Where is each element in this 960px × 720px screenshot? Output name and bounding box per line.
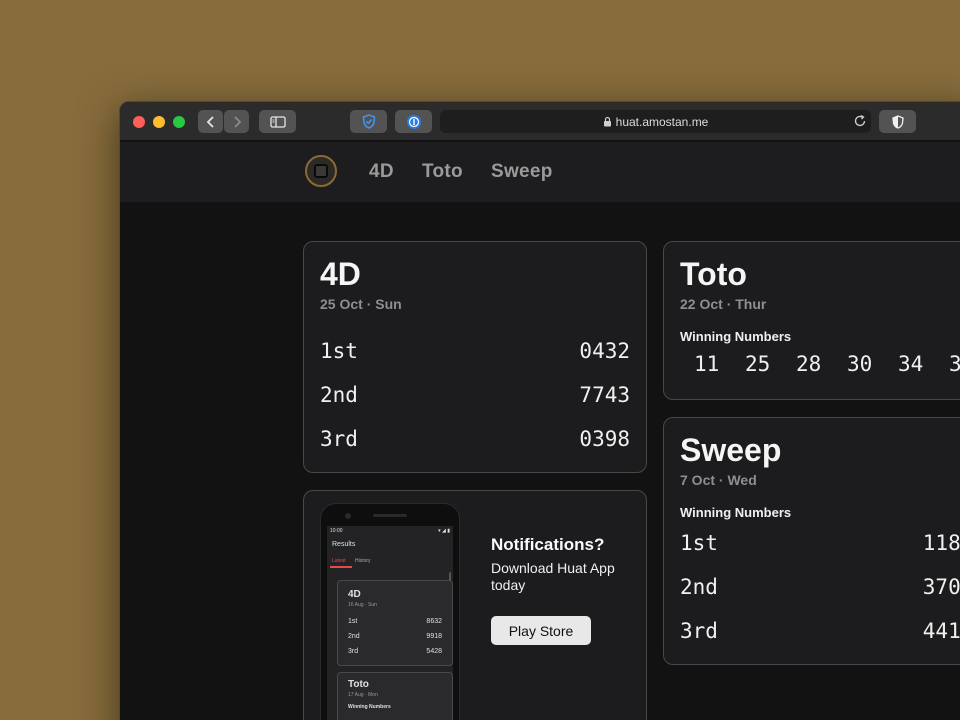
camera-icon: [345, 513, 351, 519]
phone-prize-number: 8632: [426, 618, 442, 625]
phone-tab-indicator: [330, 566, 352, 568]
shield-extension-button[interactable]: [879, 110, 916, 133]
phone-header: Results: [332, 541, 356, 548]
phone-prize-label: 1st: [348, 618, 358, 625]
prize-number: 37060: [922, 575, 960, 599]
sidebar-icon: [269, 115, 286, 128]
prize-label: 2nd: [320, 383, 358, 407]
phone-toto-card: Toto 17 Aug · Mon Winning Numbers: [337, 672, 453, 720]
back-button[interactable]: [198, 110, 223, 133]
browser-titlebar: huat.amostan.me: [120, 102, 960, 141]
toto-number: 34: [898, 352, 924, 376]
fourd-card[interactable]: 4D 25 Oct · Sun 1st 0432 2nd 7743 3rd 03…: [303, 241, 647, 473]
prize-label: 1st: [680, 531, 718, 555]
phone-card-date: 16 Aug · Sun: [348, 602, 377, 608]
play-store-button[interactable]: Play Store: [491, 616, 591, 645]
prize-number: 0398: [579, 427, 630, 451]
phone-status-icons: ▾ ◢ ▮: [438, 528, 450, 534]
prize-row: 2nd 37060: [680, 575, 960, 603]
site-navbar: 4D Toto Sweep: [120, 142, 960, 202]
toto-card[interactable]: Toto 22 Oct · Thur Winning Numbers 11 25 2…: [663, 241, 960, 400]
nav-link-toto[interactable]: Toto: [422, 161, 463, 183]
password-manager-button[interactable]: [395, 110, 432, 133]
toto-number: 28: [796, 352, 822, 376]
lock-icon: [603, 116, 611, 127]
phone-prize-label: 2nd: [348, 633, 360, 640]
prize-number: 11866: [922, 531, 960, 555]
phone-screen: 10:00 ▾ ◢ ▮ Results Latest History 4D 16…: [327, 526, 453, 720]
card-date: 25 Oct · Sun: [320, 296, 402, 312]
shield-icon: [891, 114, 904, 129]
browser-window: huat.amostan.me 4D Toto Sweep 4D 25 Oct …: [119, 101, 960, 720]
phone-card-title: 4D: [348, 589, 361, 600]
phone-winning-label: Winning Numbers: [348, 704, 391, 710]
speaker-grille: [373, 514, 407, 517]
phone-prize-number: 9918: [426, 633, 442, 640]
card-title: Toto: [680, 256, 747, 292]
prize-label: 3rd: [320, 427, 358, 451]
winning-numbers-label: Winning Numbers: [680, 329, 792, 344]
prize-row: 1st 11866: [680, 531, 960, 559]
toto-number: 25: [745, 352, 771, 376]
password-manager-icon: [406, 114, 421, 129]
phone-mockup: 10:00 ▾ ◢ ▮ Results Latest History 4D 16…: [320, 503, 460, 720]
prize-label: 3rd: [680, 619, 718, 643]
phone-time: 10:00: [330, 528, 343, 534]
sidebar-toggle-button[interactable]: [259, 110, 296, 133]
promo-title: Notifications?: [491, 535, 605, 554]
toto-number: 30: [847, 352, 873, 376]
phone-tab-history: History: [355, 558, 371, 564]
toto-numbers: 11 25 28 30 34 3: [694, 352, 960, 376]
phone-prize-number: 5428: [426, 648, 442, 655]
chevron-right-icon: [233, 115, 241, 128]
winning-numbers-label: Winning Numbers: [680, 505, 792, 520]
nav-link-sweep[interactable]: Sweep: [491, 161, 553, 183]
prize-label: 2nd: [680, 575, 718, 599]
prize-row: 3rd 44109: [680, 619, 960, 647]
nav-link-4d[interactable]: 4D: [369, 161, 394, 183]
toto-number: 11: [694, 352, 720, 376]
prize-number: 7743: [579, 383, 630, 407]
minimize-window-button[interactable]: [153, 116, 165, 128]
privacy-extension-button[interactable]: [350, 110, 387, 133]
forward-button[interactable]: [224, 110, 249, 133]
card-title: 4D: [320, 256, 361, 292]
prize-number: 44109: [922, 619, 960, 643]
reload-icon[interactable]: [853, 114, 867, 128]
phone-card-date: 17 Aug · Mon: [348, 692, 378, 698]
prize-row: 2nd 7743: [320, 383, 630, 411]
chevron-left-icon: [206, 115, 214, 128]
prize-row: 3rd 0398: [320, 427, 630, 455]
card-date: 22 Oct · Thur: [680, 296, 767, 312]
url-text: huat.amostan.me: [615, 114, 709, 129]
logo-icon[interactable]: [305, 155, 337, 187]
shield-check-icon: [362, 114, 375, 129]
zoom-window-button[interactable]: [173, 116, 185, 128]
prize-row: 1st 0432: [320, 339, 630, 367]
close-window-button[interactable]: [133, 116, 145, 128]
toto-number: 3: [949, 352, 960, 376]
phone-fourd-card: 4D 16 Aug · Sun 1st 8632 2nd 9918 3rd 54…: [337, 580, 453, 666]
app-promo-card: 10:00 ▾ ◢ ▮ Results Latest History 4D 16…: [303, 490, 647, 720]
prize-number: 0432: [579, 339, 630, 363]
phone-prize-label: 3rd: [348, 648, 359, 655]
phone-card-title: Toto: [348, 679, 369, 690]
address-bar[interactable]: huat.amostan.me: [440, 110, 871, 133]
phone-tab-latest: Latest: [332, 558, 346, 564]
prize-label: 1st: [320, 339, 358, 363]
promo-subtitle: Download Huat App today: [491, 560, 615, 593]
card-title: Sweep: [680, 432, 782, 468]
card-date: 7 Oct · Wed: [680, 472, 757, 488]
sweep-card[interactable]: Sweep 7 Oct · Wed Winning Numbers 1st 11…: [663, 417, 960, 665]
